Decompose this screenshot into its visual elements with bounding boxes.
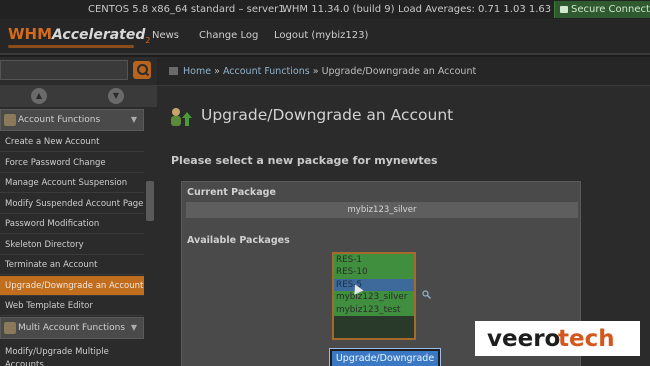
chevron-down-icon: ▼ xyxy=(130,115,137,124)
logo-version: 2 xyxy=(145,36,151,46)
sidebar-scrollbar[interactable] xyxy=(146,181,154,221)
system-status-bar: CENTOS 5.8 x86_64 standard – server1 WHM… xyxy=(0,0,650,19)
account-functions-icon xyxy=(4,114,16,126)
logo-product: Accelerated xyxy=(52,27,146,43)
svg-text:veero: veero xyxy=(487,326,560,352)
chevron-down-icon: ▼ xyxy=(130,323,137,332)
sidebar-item-upgrade-downgrade[interactable]: Upgrade/Downgrade an Account xyxy=(0,275,144,296)
available-packages-select[interactable]: RES-1 RES-10 RES-5 mybiz123_silver mybiz… xyxy=(332,252,416,340)
magnify-icon[interactable] xyxy=(422,290,431,299)
search-icon[interactable] xyxy=(133,61,151,79)
sidebar-item-modify-suspended-page[interactable]: Modify Suspended Account Page xyxy=(0,194,144,214)
home-icon[interactable] xyxy=(169,67,178,75)
sidebar-item-create-account[interactable]: Create a New Account xyxy=(0,132,144,152)
sidebar-item-web-template-editor[interactable]: Web Template Editor xyxy=(0,296,144,316)
nav-news-link[interactable]: News xyxy=(152,19,179,52)
sidebar-category-multi-account-functions[interactable]: Multi Account Functions ▼ xyxy=(0,317,144,339)
main-content: Home » Account Functions » Upgrade/Downg… xyxy=(157,57,650,366)
sidebar-category-account-functions[interactable]: Account Functions ▼ xyxy=(0,109,144,131)
logo-swoosh xyxy=(8,45,134,48)
nav-logout-link[interactable]: Logout (mybiz123) xyxy=(274,19,368,52)
whm-version: WHM 11.34.0 (build 9) xyxy=(282,4,395,15)
sidebar-item-modify-upgrade-multiple-cont[interactable]: Accounts xyxy=(0,355,144,366)
package-option[interactable]: mybiz123_silver xyxy=(334,291,414,304)
breadcrumb-separator: » xyxy=(312,66,319,77)
upgrade-account-icon xyxy=(171,108,192,126)
page-title: Upgrade/Downgrade an Account xyxy=(201,106,454,124)
package-option[interactable]: RES-10 xyxy=(334,266,414,279)
breadcrumb-home[interactable]: Home xyxy=(183,66,211,77)
scroll-up-icon[interactable]: ▲ xyxy=(31,88,47,104)
sidebar-item-skeleton-directory[interactable]: Skeleton Directory xyxy=(0,235,144,255)
sidebar-item-manage-suspension[interactable]: Manage Account Suspension xyxy=(0,173,144,193)
veerotech-logo: veero tech xyxy=(487,326,615,352)
veerotech-watermark: veero tech xyxy=(475,321,640,356)
breadcrumb-separator: » xyxy=(214,66,220,77)
upgrade-downgrade-button[interactable]: Upgrade/Downgrade xyxy=(329,348,441,366)
secure-connection-badge: Secure Connection xyxy=(554,1,650,18)
sidebar-search xyxy=(0,60,152,80)
logo-brand: WHM xyxy=(8,25,53,43)
sidebar-scroll-controls: ▲ ▼ xyxy=(0,85,157,107)
category-label: Multi Account Functions xyxy=(18,323,126,333)
sidebar-item-force-password-change[interactable]: Force Password Change xyxy=(0,153,144,173)
sidebar: ▲ ▼ Account Functions ▼ Create a New Acc… xyxy=(0,57,157,366)
current-package-label: Current Package xyxy=(187,187,276,198)
package-instruction: Please select a new package for mynewtes xyxy=(171,154,438,167)
package-option-selected[interactable]: RES-5 xyxy=(334,278,414,292)
sidebar-item-terminate-account[interactable]: Terminate an Account xyxy=(0,255,144,275)
package-option[interactable]: RES-1 xyxy=(334,254,414,267)
whm-logo[interactable]: WHMAccelerated2 xyxy=(8,24,150,50)
lock-icon xyxy=(560,6,568,13)
sidebar-item-password-modification[interactable]: Password Modification xyxy=(0,214,144,234)
secure-connection-label: Secure Connection xyxy=(571,4,650,15)
svg-text:tech: tech xyxy=(558,326,615,352)
scroll-down-icon[interactable]: ▼ xyxy=(108,88,124,104)
breadcrumb-current: Upgrade/Downgrade an Account xyxy=(321,66,477,77)
nav-changelog-link[interactable]: Change Log xyxy=(199,19,258,52)
top-navigation: WHMAccelerated2 News Change Log Logout (… xyxy=(0,19,650,55)
breadcrumb: Home » Account Functions » Upgrade/Downg… xyxy=(157,57,650,86)
category-label: Account Functions xyxy=(18,115,101,125)
available-packages-label: Available Packages xyxy=(187,235,290,246)
load-averages: Load Averages: 0.71 1.03 1.63 xyxy=(398,4,552,15)
breadcrumb-account-functions[interactable]: Account Functions xyxy=(223,66,310,77)
package-option[interactable]: mybiz123_test xyxy=(334,303,414,316)
sidebar-search-input[interactable] xyxy=(0,60,128,80)
current-package-value: mybiz123_silver xyxy=(186,202,578,218)
multi-account-icon xyxy=(4,322,16,334)
system-info: CENTOS 5.8 x86_64 standard – server1 xyxy=(88,4,285,15)
